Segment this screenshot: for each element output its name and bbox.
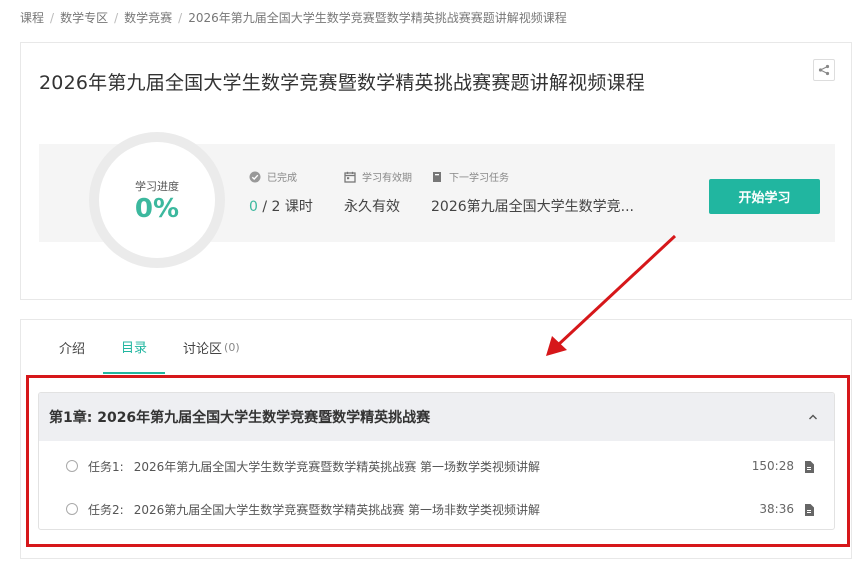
validity-stat: 学习有效期 永久有效: [344, 169, 412, 216]
progress-value: 0%: [134, 194, 180, 224]
task-item-1[interactable]: 任务1: 2026年第九届全国大学生数学竞赛暨数学精英挑战赛 第一场数学类视频讲…: [39, 444, 834, 488]
document-icon: [805, 504, 814, 516]
book-icon: [433, 171, 441, 182]
task-duration: 150:28: [751, 459, 794, 473]
tab-catalog-label: 目录: [121, 340, 148, 356]
task-name: 2026年第九届全国大学生数学竞赛暨数学精英挑战赛 第一场数学类视频讲解: [133, 459, 541, 474]
tab-discussion[interactable]: 讨论区 (0): [165, 320, 258, 374]
completed-stat: 已完成 0 / 2 课时: [249, 169, 313, 216]
share-button[interactable]: [813, 59, 835, 81]
chapter-header[interactable]: 第1章: 2026年第九届全国大学生数学竞赛暨数学精英挑战赛: [39, 393, 834, 441]
course-header-card: 2026年第九届全国大学生数学竞赛暨数学精英挑战赛赛题讲解视频课程 学习进度 0…: [20, 42, 852, 300]
next-task-label: 下一学习任务: [449, 173, 509, 184]
document-icon: [805, 461, 814, 473]
check-circle-icon: [249, 171, 261, 182]
page-title: 2026年第九届全国大学生数学竞赛暨数学精英挑战赛赛题讲解视频课程: [39, 72, 645, 94]
chevron-up-icon: [809, 414, 817, 420]
breadcrumb-item-math-zone[interactable]: 数学专区: [60, 11, 108, 25]
completed-label: 已完成: [267, 173, 297, 184]
tab-catalog[interactable]: 目录: [103, 320, 166, 374]
collapse-chapter-button[interactable]: [802, 406, 824, 428]
tab-bar: 介绍 目录 讨论区 (0): [41, 320, 258, 374]
validity-label: 学习有效期: [362, 173, 412, 184]
breadcrumb-item-courses[interactable]: 课程: [20, 11, 44, 25]
tab-intro-label: 介绍: [59, 341, 86, 357]
breadcrumb-item-math-competition[interactable]: 数学竞赛: [124, 11, 172, 25]
next-task-value[interactable]: 2026第九届全国大学生数学竞...: [431, 196, 634, 216]
task-duration: 38:36: [759, 502, 794, 516]
start-learning-button[interactable]: 开始学习: [709, 179, 820, 214]
validity-value: 永久有效: [344, 199, 400, 215]
task-status-radio: [66, 503, 78, 515]
breadcrumb-separator: /: [50, 11, 55, 25]
breadcrumb-separator: /: [178, 11, 183, 25]
next-task-stat: 下一学习任务 2026第九届全国大学生数学竞...: [431, 169, 634, 216]
total-lessons: / 2 课时: [257, 199, 313, 215]
progress-label: 学习进度: [135, 180, 179, 193]
task-name: 2026第九届全国大学生数学竞赛暨数学精英挑战赛 第一场非数学类视频讲解: [133, 502, 541, 517]
task-item-2[interactable]: 任务2: 2026第九届全国大学生数学竞赛暨数学精英挑战赛 第一场非数学类视频讲…: [39, 487, 834, 529]
breadcrumb-item-current: 2026年第九届全国大学生数学竞赛暨数学精英挑战赛赛题讲解视频课程: [188, 11, 567, 25]
discussion-count: (0): [224, 340, 240, 354]
tab-intro[interactable]: 介绍: [41, 320, 103, 374]
task-label: 任务1:: [88, 459, 124, 474]
calendar-icon: [344, 171, 356, 183]
completed-count: 0: [249, 199, 258, 215]
chapter-title: 第1章: 2026年第九届全国大学生数学竞赛暨数学精英挑战赛: [49, 410, 431, 426]
task-label: 任务2:: [88, 502, 124, 517]
breadcrumb-separator: /: [114, 11, 119, 25]
breadcrumb: 课程 / 数学专区 / 数学竞赛 / 2026年第九届全国大学生数学竞赛暨数学精英挑战赛赛题…: [20, 9, 567, 26]
task-status-radio: [66, 460, 78, 472]
tab-discussion-label: 讨论区: [183, 341, 223, 357]
course-content-card: 介绍 目录 讨论区 (0) 第1章: 2026年第九届全国大学生数学竞赛暨数学精…: [20, 319, 852, 559]
progress-ring: 学习进度 0%: [89, 132, 225, 268]
chapter-panel: 第1章: 2026年第九届全国大学生数学竞赛暨数学精英挑战赛 任务1: 2026…: [38, 392, 835, 530]
share-icon: [818, 64, 830, 76]
